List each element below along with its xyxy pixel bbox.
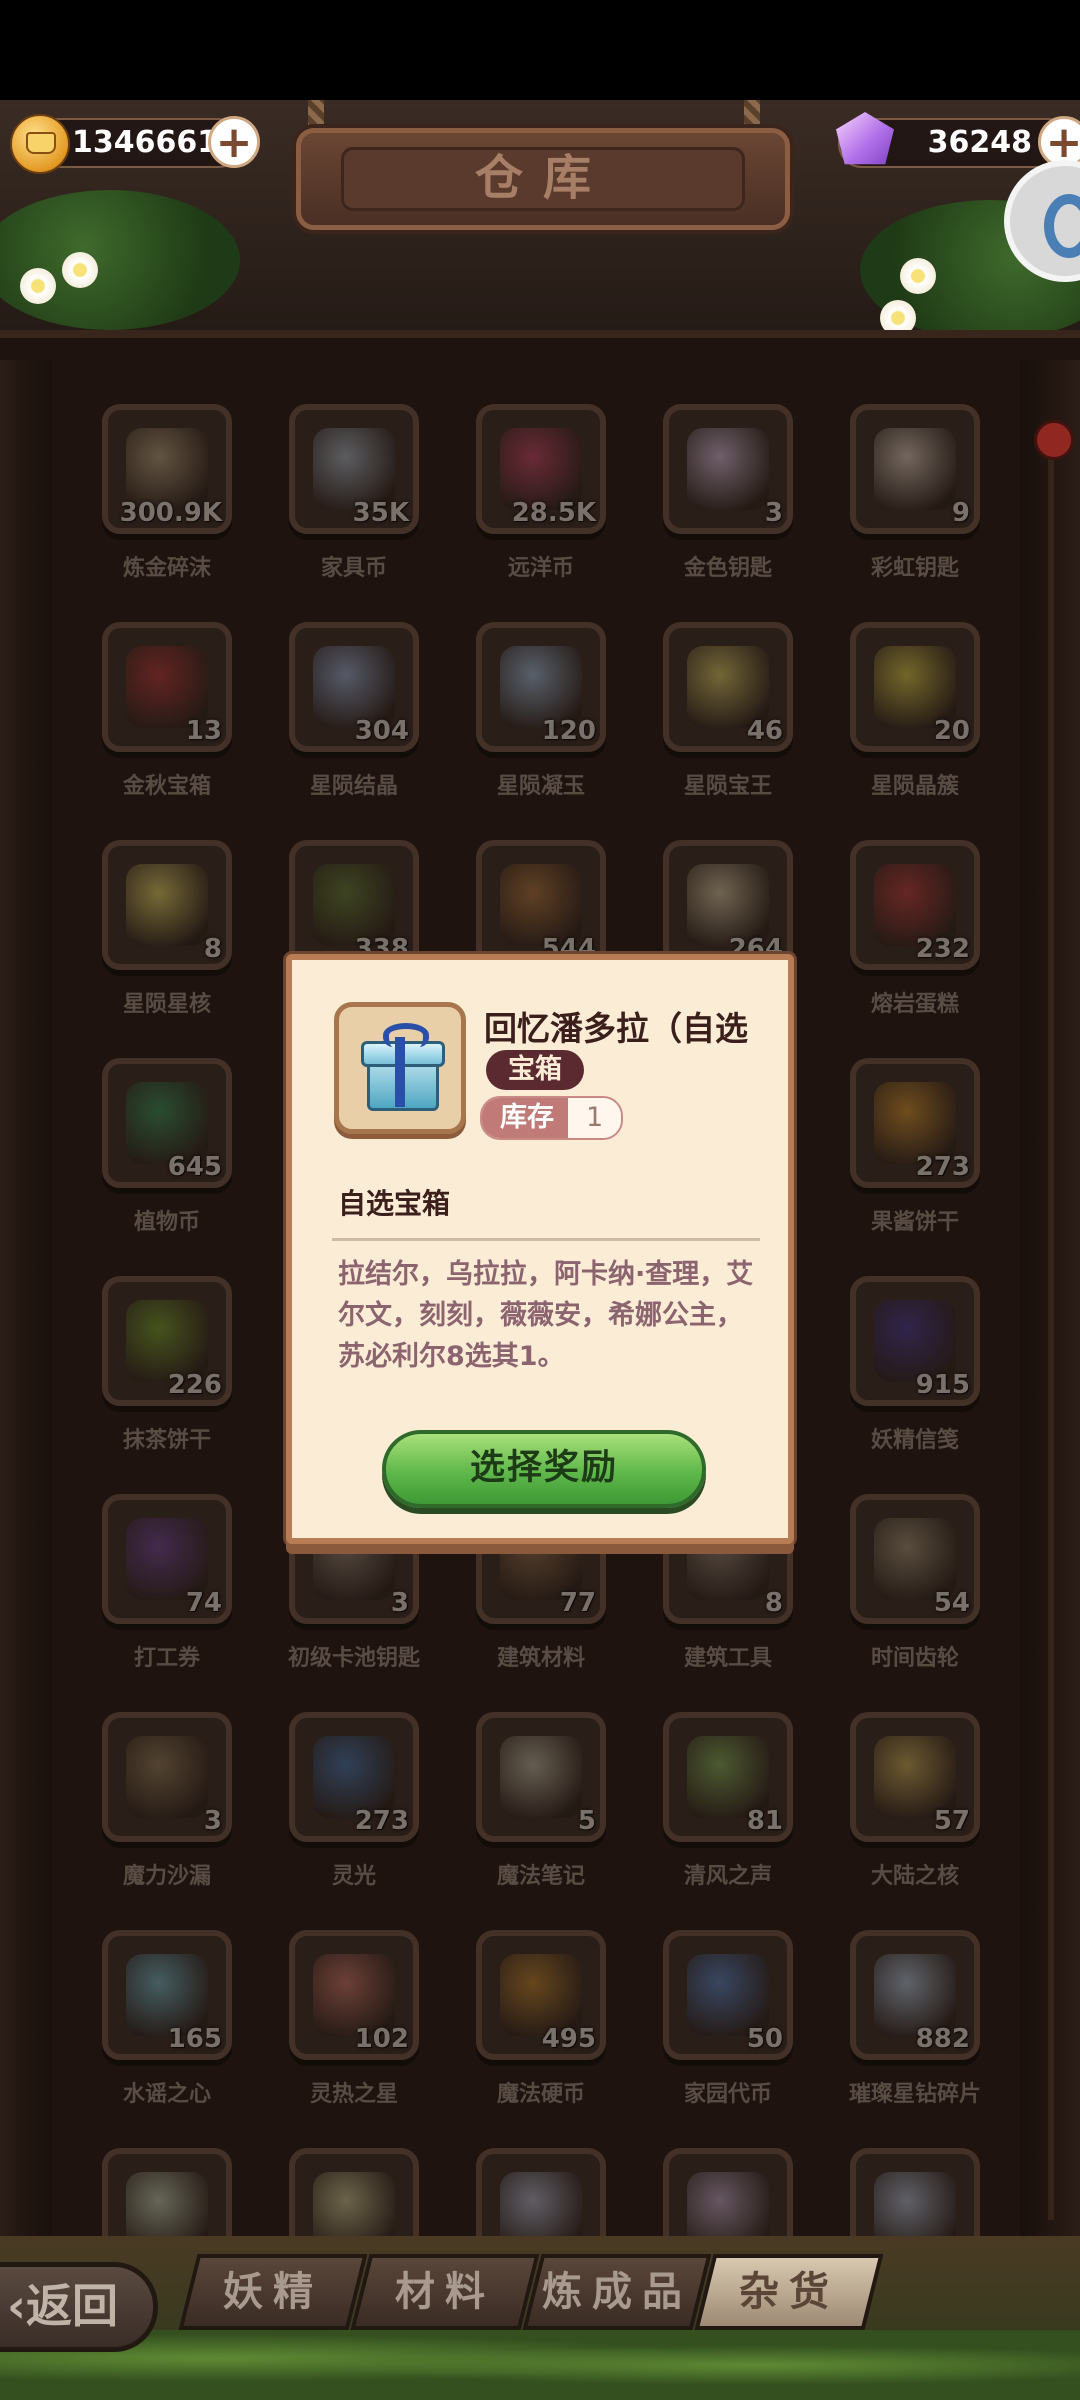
stock-value: 1 bbox=[568, 1098, 622, 1138]
item-type-tag: 宝箱 bbox=[486, 1050, 584, 1090]
coin-value: 1346661 bbox=[72, 125, 219, 160]
flower-decoration bbox=[20, 268, 56, 304]
coin-icon bbox=[10, 114, 70, 174]
tab-label: 妖精 bbox=[223, 2269, 323, 2315]
tab-crafted[interactable]: 炼成品 bbox=[522, 2254, 712, 2330]
flower-decoration bbox=[900, 258, 936, 294]
gift-box-icon bbox=[357, 1023, 445, 1111]
divider bbox=[332, 1238, 760, 1241]
back-button[interactable]: ‹返回 bbox=[0, 2262, 158, 2352]
tab-label: 杂货 bbox=[739, 2269, 839, 2315]
warehouse-screen: 1346661 + 仓库 36248 + 300.9K 炼金碎沫 35K 家具币 28.… bbox=[0, 0, 1080, 2400]
back-arrow-icon: ‹ bbox=[7, 2279, 26, 2333]
flower-decoration bbox=[62, 252, 98, 288]
status-bar bbox=[0, 0, 1080, 100]
choose-reward-button[interactable]: 选择奖励 bbox=[382, 1430, 706, 1508]
tab-fairies[interactable]: 妖精 bbox=[178, 2254, 368, 2330]
item-title: 回忆潘多拉（自选 bbox=[484, 1009, 748, 1046]
gem-value: 36248 bbox=[927, 125, 1032, 160]
tab-label: 材料 bbox=[395, 2269, 495, 2315]
item-detail-popup: 回忆潘多拉（自选 宝箱 库存 1 自选宝箱 拉结尔，乌拉拉，阿卡纳·查理，艾尔文… bbox=[286, 954, 794, 1544]
bottom-foliage-decoration bbox=[0, 2330, 1080, 2400]
coin-counter: 1346661 + bbox=[10, 114, 260, 174]
item-icon-frame bbox=[334, 1002, 466, 1134]
item-subtitle: 自选宝箱 bbox=[338, 1187, 451, 1220]
item-description: 拉结尔，乌拉拉，阿卡纳·查理，艾尔文，刻刻，薇薇安，希娜公主，苏必利尔8选其1。 bbox=[338, 1259, 754, 1372]
gem-counter: 36248 + bbox=[836, 112, 1080, 168]
tab-misc[interactable]: 杂货 bbox=[694, 2254, 884, 2330]
tab-materials[interactable]: 材料 bbox=[350, 2254, 540, 2330]
category-tabs: 妖精 材料 炼成品 杂货 bbox=[178, 2254, 888, 2334]
add-coins-button[interactable]: + bbox=[208, 116, 260, 168]
title-board: 仓库 bbox=[296, 128, 790, 230]
stock-label: 库存 bbox=[482, 1098, 568, 1138]
page-title: 仓库 bbox=[341, 147, 745, 211]
stock-indicator: 库存 1 bbox=[480, 1096, 624, 1140]
tab-label: 炼成品 bbox=[542, 2269, 692, 2315]
back-label: 返回 bbox=[25, 2279, 118, 2333]
